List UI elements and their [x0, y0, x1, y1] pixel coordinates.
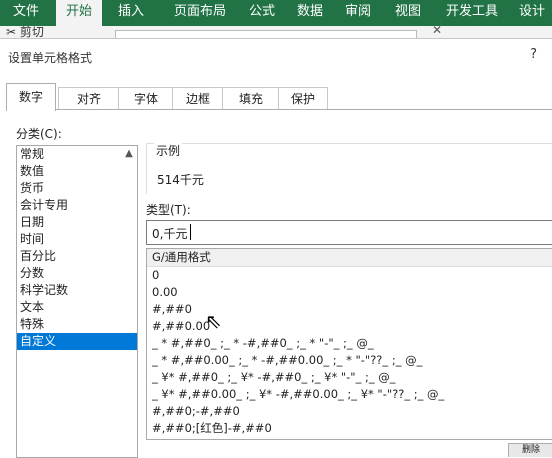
- tab-border[interactable]: 边框: [172, 87, 224, 110]
- name-box[interactable]: [115, 30, 417, 38]
- ribbon-tab-view[interactable]: 视图: [385, 0, 431, 26]
- category-item[interactable]: 时间: [17, 231, 137, 248]
- ribbon-tab-formulas[interactable]: 公式: [240, 0, 284, 26]
- ribbon-tab-bar: 文件 开始 插入 页面布局 公式 数据 审阅 视图 开发工具 设计: [0, 0, 552, 26]
- ribbon-tab-design[interactable]: 设计: [512, 0, 552, 26]
- format-item[interactable]: #,##0;[红色]-#,##0: [147, 420, 552, 437]
- sample-value: 514千元: [157, 173, 204, 187]
- tab-number[interactable]: 数字: [6, 83, 56, 111]
- category-label: 分类(C):: [16, 127, 62, 141]
- tab-divider: [6, 109, 552, 110]
- type-input[interactable]: 0,千元: [146, 220, 552, 245]
- format-item[interactable]: _ * #,##0.00_ ;_ * -#,##0.00_ ;_ * "-"??…: [147, 352, 552, 369]
- help-button[interactable]: ?: [530, 47, 537, 62]
- format-item[interactable]: _ ¥* #,##0_ ;_ ¥* -#,##0_ ;_ ¥* "-"_ ;_ …: [147, 369, 552, 386]
- scissors-icon: ✂: [6, 26, 17, 38]
- scroll-up-arrow-icon[interactable]: ▲: [123, 148, 135, 160]
- format-item[interactable]: G/通用格式: [147, 249, 552, 267]
- format-item[interactable]: #,##0;-#,##0: [147, 403, 552, 420]
- ribbon-tab-data[interactable]: 数据: [288, 0, 332, 26]
- category-item[interactable]: 科学记数: [17, 282, 137, 299]
- category-item[interactable]: 百分比: [17, 248, 137, 265]
- format-item[interactable]: 0: [147, 267, 552, 284]
- ribbon-toolbar-strip: ✂ 剪切 ✕: [0, 26, 552, 38]
- category-item-selected[interactable]: 自定义: [17, 333, 137, 350]
- category-item[interactable]: 数值: [17, 163, 137, 180]
- format-cells-dialog: 设置单元格格式 ? 数字 对齐 字体 边框 填充 保护 分类(C): 常规 数值…: [0, 38, 552, 458]
- ribbon-tab-home[interactable]: 开始: [56, 0, 102, 26]
- tab-protection[interactable]: 保护: [278, 87, 328, 110]
- mouse-pointer-icon: ⇖: [205, 309, 222, 333]
- category-item[interactable]: 特殊: [17, 316, 137, 333]
- category-list[interactable]: 常规 数值 货币 会计专用 日期 时间 百分比 分数 科学记数 文本 特殊 自定…: [16, 145, 138, 458]
- cancel-entry-icon[interactable]: ✕: [432, 26, 442, 37]
- format-item[interactable]: _ * #,##0_ ;_ * -#,##0_ ;_ * "-"_ ;_ @_: [147, 335, 552, 352]
- tab-font[interactable]: 字体: [118, 87, 174, 110]
- format-list[interactable]: G/通用格式 0 0.00 #,##0 #,##0.00 _ * #,##0_ …: [146, 248, 552, 440]
- ribbon-tab-page-layout[interactable]: 页面布局: [160, 0, 240, 26]
- tab-fill[interactable]: 填充: [222, 87, 280, 110]
- category-item[interactable]: 货币: [17, 180, 137, 197]
- ribbon-tab-review[interactable]: 审阅: [336, 0, 380, 26]
- text-caret: [190, 224, 191, 240]
- type-input-value: 0,千元: [152, 227, 188, 241]
- category-item[interactable]: 会计专用: [17, 197, 137, 214]
- type-label: 类型(T):: [146, 203, 191, 217]
- category-item[interactable]: 文本: [17, 299, 137, 316]
- ribbon-tab-insert[interactable]: 插入: [106, 0, 156, 26]
- ribbon-tab-file[interactable]: 文件: [0, 0, 52, 26]
- sample-title: 示例: [154, 142, 183, 159]
- format-item[interactable]: 0.00: [147, 284, 552, 301]
- category-item[interactable]: 日期: [17, 214, 137, 231]
- cut-button[interactable]: ✂ 剪切: [6, 26, 44, 38]
- dialog-title: 设置单元格格式: [8, 51, 93, 65]
- ribbon-tab-developer[interactable]: 开发工具: [436, 0, 508, 26]
- category-item[interactable]: 常规: [17, 146, 137, 163]
- tab-alignment[interactable]: 对齐: [58, 87, 120, 110]
- category-item[interactable]: 分数: [17, 265, 137, 282]
- format-item[interactable]: _ ¥* #,##0.00_ ;_ ¥* -#,##0.00_ ;_ ¥* "-…: [147, 386, 552, 403]
- sample-group: 示例 514千元: [146, 142, 552, 194]
- cut-label: 剪切: [19, 26, 44, 38]
